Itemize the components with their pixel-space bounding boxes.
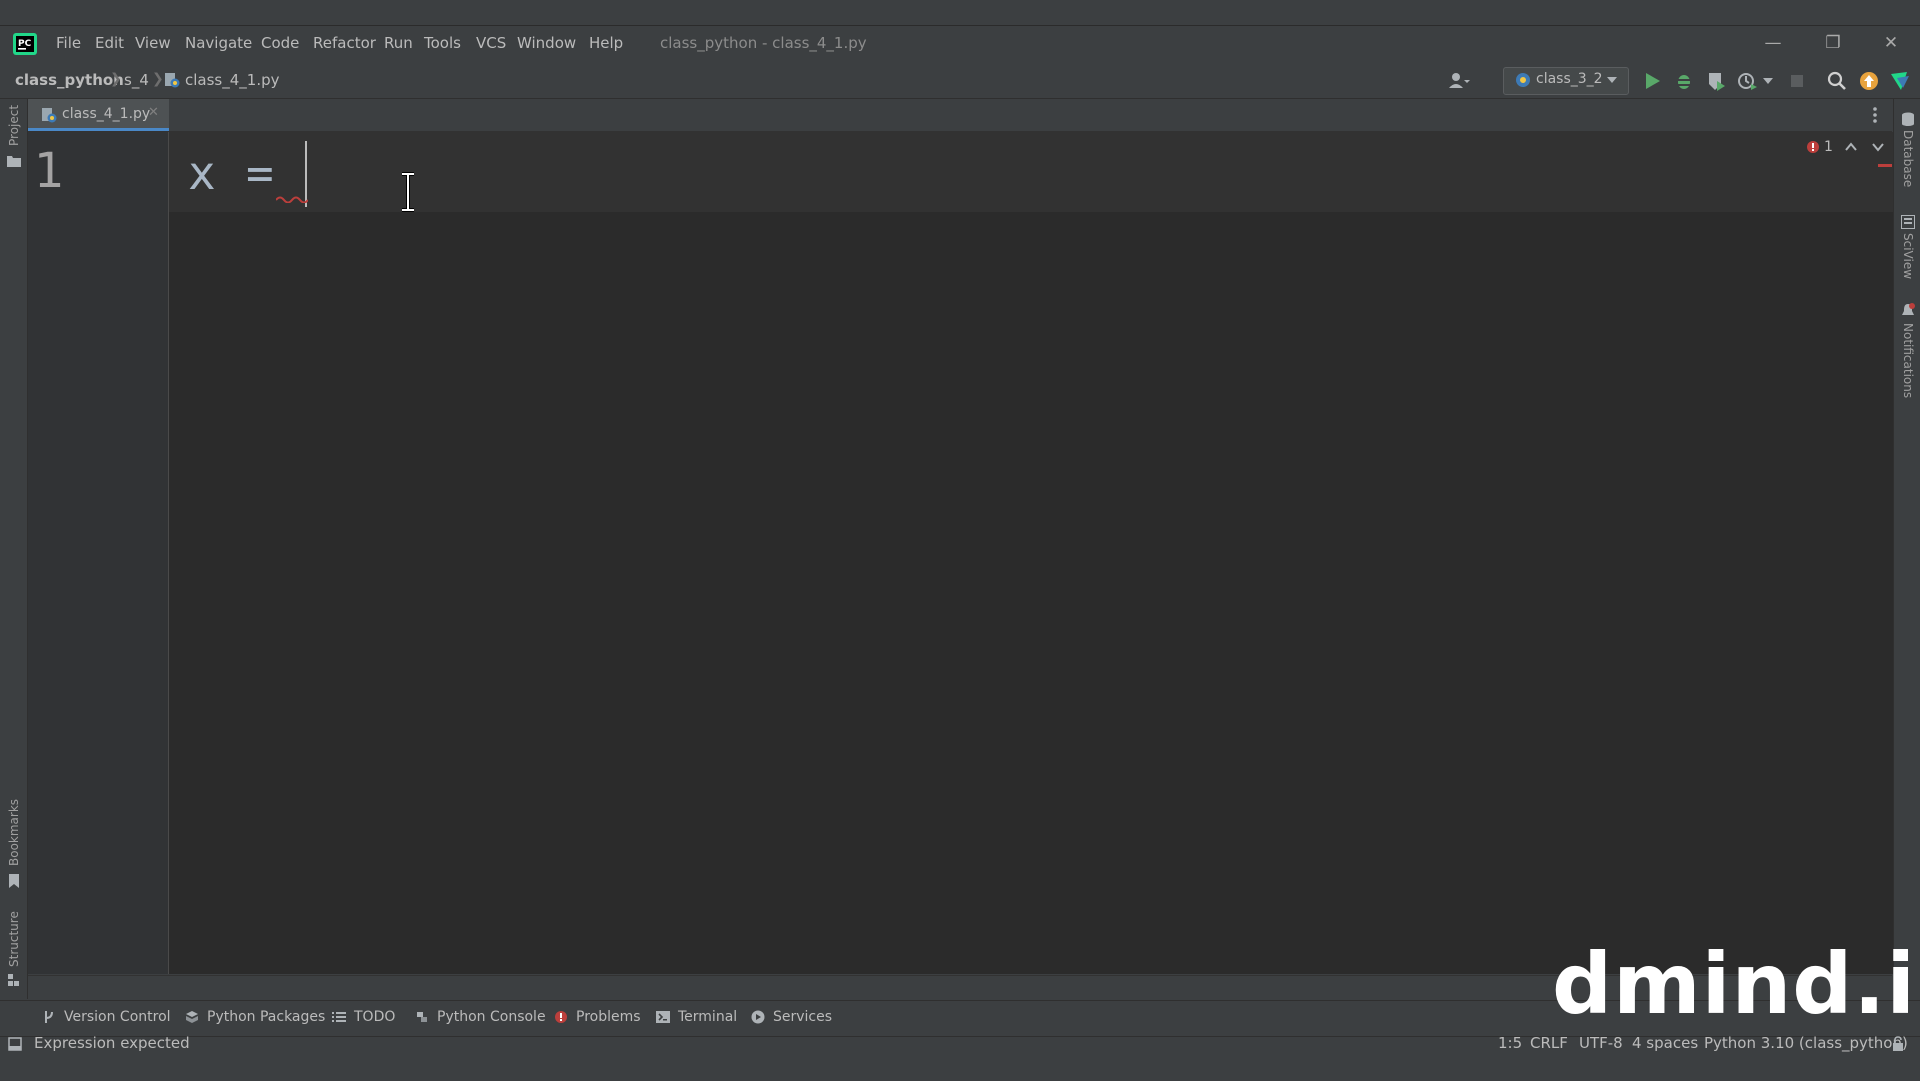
terminal-tab[interactable]: Terminal [656, 1009, 737, 1025]
error-underline [276, 196, 308, 203]
status-message: Expression expected [34, 1034, 190, 1052]
services-tab[interactable]: Services [751, 1009, 832, 1025]
editor-tab-label: class_4_1.py [62, 106, 151, 122]
menu-code[interactable]: Code [261, 34, 299, 52]
stop-icon[interactable] [1786, 70, 1808, 92]
coverage-icon[interactable] [1705, 70, 1727, 92]
menu-help[interactable]: Help [589, 34, 623, 52]
restore-button[interactable]: ❐ [1818, 30, 1848, 56]
close-window-button[interactable]: ✕ [1876, 30, 1906, 56]
menu-tools[interactable]: Tools [424, 34, 461, 52]
breadcrumb-separator: ❯ [152, 71, 164, 87]
lock-icon[interactable] [1891, 1036, 1905, 1052]
menu-view[interactable]: View [135, 34, 171, 52]
folder-icon[interactable] [7, 155, 21, 167]
watermark: dmind.ir [1552, 935, 1920, 1033]
services-label: Services [773, 1009, 833, 1025]
indent-setting[interactable]: 4 spaces [1632, 1034, 1698, 1052]
python-packages-label: Python Packages [207, 1009, 326, 1025]
problems-label: Problems [576, 1009, 641, 1025]
text-cursor-icon [402, 172, 414, 212]
database-icon[interactable] [1901, 112, 1915, 126]
toggle-tool-windows-icon[interactable] [8, 1037, 22, 1051]
terminal-label: Terminal [678, 1009, 738, 1025]
menu-run[interactable]: Run [384, 34, 413, 52]
menu-vcs[interactable]: VCS [476, 34, 506, 52]
python-config-icon [1516, 73, 1530, 87]
run-configuration-label: class_3_2 [1536, 71, 1603, 87]
user-account-icon[interactable] [1448, 70, 1470, 92]
line-number-gutter [28, 132, 169, 974]
editor-tab-bar [28, 99, 1892, 132]
jetbrains-plugin-icon[interactable] [1889, 70, 1911, 92]
notifications-icon[interactable] [1901, 303, 1915, 319]
minimize-button[interactable]: — [1758, 30, 1788, 56]
structure-icon[interactable] [8, 974, 20, 986]
python-file-icon [165, 73, 180, 88]
python-console-tab[interactable]: Python Console [415, 1009, 546, 1025]
bookmark-icon[interactable] [8, 873, 20, 889]
line-separator[interactable]: CRLF [1530, 1034, 1568, 1052]
window-title: class_python - class_4_1.py [660, 34, 867, 52]
error-icon [555, 1011, 567, 1023]
menu-edit[interactable]: Edit [95, 34, 124, 52]
version-control-tab[interactable]: Version Control [42, 1009, 171, 1025]
code-operator: = [246, 146, 274, 200]
pycharm-logo-icon[interactable]: PC [13, 33, 37, 55]
python-console-label: Python Console [437, 1009, 546, 1025]
svg-text:PC: PC [18, 39, 32, 49]
breadcrumb-separator: ❯ [110, 71, 122, 87]
structure-tool-label[interactable]: Structure [7, 911, 21, 967]
python-icon [417, 1012, 427, 1022]
sciview-icon[interactable] [1901, 215, 1915, 229]
chevron-down-icon [1607, 77, 1617, 83]
menu-refactor[interactable]: Refactor [313, 34, 376, 52]
chevron-down-icon[interactable] [1872, 142, 1884, 152]
code-editor[interactable] [169, 132, 1893, 974]
problems-tab[interactable]: Problems [554, 1009, 641, 1025]
terminal-icon [656, 1011, 670, 1023]
chevron-up-icon[interactable] [1845, 142, 1857, 152]
navigation-bar [0, 62, 1920, 99]
search-icon[interactable] [1826, 70, 1848, 92]
breadcrumb-file[interactable]: class_4_1.py [185, 71, 280, 89]
todo-tab[interactable]: TODO [332, 1009, 395, 1025]
close-tab-icon[interactable]: ✕ [148, 105, 159, 120]
run-icon[interactable] [1641, 70, 1663, 92]
chevron-down-icon[interactable] [1762, 76, 1774, 86]
project-tool-label[interactable]: Project [7, 105, 21, 146]
python-interpreter[interactable]: Python 3.10 (class_python) [1704, 1034, 1908, 1052]
code-identifier: x [188, 146, 216, 200]
database-tool-label[interactable]: Database [1901, 130, 1915, 187]
profile-icon[interactable] [1736, 70, 1758, 92]
python-file-icon [42, 108, 57, 123]
branch-icon [45, 1011, 53, 1023]
more-options-icon[interactable] [1872, 106, 1878, 124]
version-control-label: Version Control [64, 1009, 171, 1025]
current-line-highlight [169, 132, 1893, 212]
error-indicator-icon[interactable] [1806, 140, 1820, 154]
debug-icon[interactable] [1673, 70, 1695, 92]
services-icon [751, 1010, 765, 1024]
top-strip [0, 0, 1920, 26]
bookmarks-tool-label[interactable]: Bookmarks [7, 799, 21, 866]
menu-navigate[interactable]: Navigate [185, 34, 252, 52]
line-number: 1 [34, 143, 65, 199]
update-icon[interactable] [1858, 70, 1880, 92]
list-icon [332, 1012, 346, 1022]
todo-label: TODO [354, 1009, 396, 1025]
error-scroll-marker[interactable] [1878, 164, 1892, 167]
python-packages-tab[interactable]: Python Packages [185, 1009, 325, 1025]
menu-window[interactable]: Window [517, 34, 576, 52]
menu-file[interactable]: File [56, 34, 81, 52]
packages-icon [186, 1011, 198, 1023]
caret-position[interactable]: 1:5 [1498, 1034, 1522, 1052]
error-count[interactable]: 1 [1824, 139, 1833, 155]
breadcrumb-project[interactable]: class_python [15, 71, 124, 89]
sciview-tool-label[interactable]: SciView [1901, 233, 1915, 279]
notifications-tool-label[interactable]: Notifications [1901, 323, 1915, 398]
file-encoding[interactable]: UTF-8 [1579, 1034, 1623, 1052]
breadcrumb-folder[interactable]: s_4 [124, 71, 149, 89]
